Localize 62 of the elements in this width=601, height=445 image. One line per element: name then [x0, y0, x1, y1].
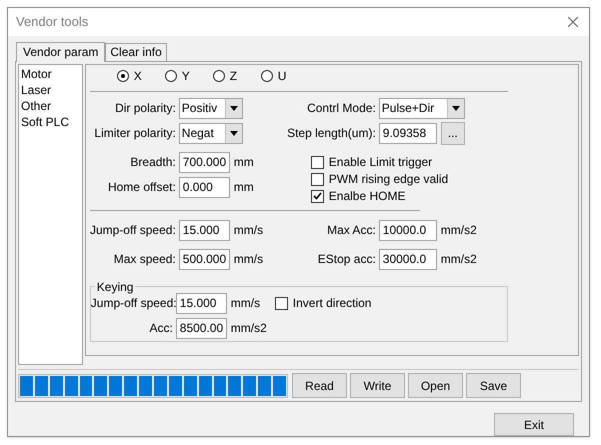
tab[interactable]: Vendor param: [16, 42, 106, 62]
radio-button[interactable]: [164, 70, 177, 82]
field-label: Home offset:: [106, 179, 176, 196]
input-field[interactable]: 15.000: [178, 220, 230, 240]
field-label: Step length(um):: [286, 125, 376, 142]
unit-label: mm/s2: [440, 251, 477, 268]
field-label: EStop acc:: [316, 251, 376, 268]
input-field[interactable]: 9.09358: [378, 122, 437, 144]
dropdown[interactable]: Negat: [178, 122, 243, 144]
close-icon[interactable]: [568, 16, 578, 27]
exit-button[interactable]: Exit: [494, 413, 574, 436]
radio-label: Z: [230, 68, 238, 84]
list-item[interactable]: Motor: [21, 66, 82, 82]
list-item[interactable]: Other: [21, 98, 82, 114]
radio-button[interactable]: [260, 70, 273, 82]
dropdown[interactable]: Pulse+Dir: [378, 98, 465, 118]
input-field[interactable]: 0.000: [178, 176, 230, 198]
checkbox[interactable]: [310, 190, 324, 202]
input-field[interactable]: 10000.0: [378, 220, 437, 240]
field-label: Acc:: [148, 320, 173, 337]
checkbox-label: Invert direction: [292, 295, 372, 312]
input-field[interactable]: 500.000: [178, 248, 230, 270]
input-field[interactable]: 15.000: [176, 292, 227, 314]
checkbox-label: Enalbe HOME: [328, 188, 406, 205]
action-button[interactable]: Read: [292, 373, 347, 398]
checkbox[interactable]: [310, 156, 324, 168]
radio-button[interactable]: [212, 70, 225, 82]
action-button[interactable]: Save: [466, 373, 521, 398]
radio-button[interactable]: [116, 70, 129, 82]
field-label: Jump-off speed:: [90, 222, 176, 239]
field-label: Max Acc:: [326, 222, 376, 239]
field-label: Dir polarity:: [114, 100, 176, 117]
radio-label: U: [278, 68, 286, 84]
tab[interactable]: Clear info: [105, 42, 167, 60]
field-label: Jump-off speed:: [90, 295, 173, 312]
browse-button[interactable]: ...: [440, 122, 465, 144]
field-label: Limiter polarity:: [93, 125, 176, 142]
unit-label: mm/s2: [230, 320, 267, 337]
unit-label: mm/s: [234, 251, 264, 268]
input-field[interactable]: 8500.00: [176, 318, 227, 338]
list-item[interactable]: Laser: [21, 82, 82, 98]
unit-label: mm/s2: [440, 222, 477, 239]
checkbox[interactable]: [274, 296, 288, 310]
unit-label: mm/s: [234, 222, 264, 239]
checkbox-label: Enable Limit trigger: [328, 154, 432, 171]
checkbox-label: PWM rising edge valid: [328, 171, 448, 188]
field-label: Max speed:: [112, 251, 176, 268]
unit-label: mm: [234, 154, 254, 171]
radio-label: X: [134, 68, 142, 84]
action-button[interactable]: Write: [350, 373, 405, 398]
action-button[interactable]: Open: [408, 373, 463, 398]
input-field[interactable]: 30000.0: [378, 248, 437, 270]
radio-label: Y: [182, 68, 190, 84]
unit-label: mm: [234, 179, 254, 196]
unit-label: mm/s: [230, 295, 260, 312]
checkbox[interactable]: [310, 172, 324, 186]
list-item[interactable]: Soft PLC: [21, 114, 82, 130]
window-title: Vendor tools: [16, 13, 88, 32]
dropdown[interactable]: Positiv: [178, 98, 243, 118]
field-label: Contrl Mode:: [306, 100, 376, 117]
field-label: Breadth:: [129, 154, 176, 171]
input-field[interactable]: 700.000: [178, 152, 230, 172]
